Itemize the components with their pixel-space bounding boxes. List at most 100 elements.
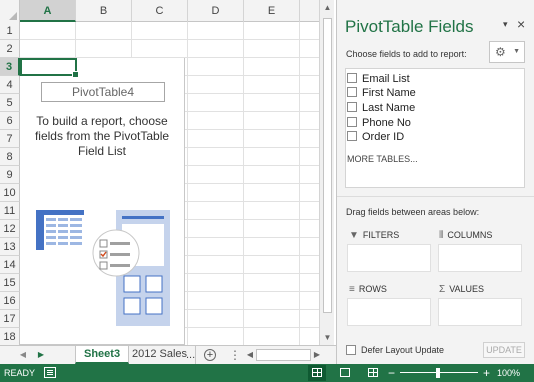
- more-tables-link[interactable]: MORE TABLES...: [347, 154, 418, 164]
- filters-area-header: ▼ FILTERS: [349, 230, 399, 241]
- sheet-tabs-bar: ◀ ▶ Sheet3 2012 Sales ... + ⋮ ◀ ▶: [0, 345, 336, 364]
- update-button[interactable]: UPDATE: [483, 342, 525, 358]
- status-ready-text: READY: [4, 368, 36, 378]
- filters-label: FILTERS: [362, 230, 400, 240]
- field-item-last-name[interactable]: Last Name: [347, 101, 415, 115]
- values-label: VALUES: [449, 284, 485, 294]
- field-item-email-list[interactable]: Email List: [347, 72, 410, 86]
- filter-icon: ▼: [349, 230, 359, 241]
- macro-recording-icon[interactable]: [44, 367, 56, 378]
- field-item-phone-no[interactable]: Phone No: [347, 116, 411, 130]
- select-all-corner[interactable]: [0, 0, 20, 22]
- pivot-instructions: To build a report, choose fields from th…: [34, 114, 170, 158]
- filters-drop-area[interactable]: [347, 244, 431, 272]
- row-header-13[interactable]: 13: [0, 238, 20, 256]
- row-header-5[interactable]: 5: [0, 94, 20, 112]
- column-header-b[interactable]: B: [76, 0, 132, 22]
- sigma-icon: Σ: [439, 284, 446, 295]
- rows-icon: ≡: [349, 284, 355, 295]
- tab-overflow-ellipsis[interactable]: ...: [186, 346, 195, 364]
- hscroll-right-arrow-icon[interactable]: ▶: [311, 348, 323, 362]
- field-label: Order ID: [362, 131, 405, 143]
- rows-area-header: ≡ ROWS: [349, 284, 387, 295]
- pane-menu-chevron-icon[interactable]: ▾: [503, 19, 508, 30]
- horizontal-scrollbar[interactable]: [256, 349, 311, 361]
- row-header-11[interactable]: 11: [0, 202, 20, 220]
- row-header-18[interactable]: 18: [0, 328, 20, 346]
- row-header-16[interactable]: 16: [0, 292, 20, 310]
- page-break-preview-button[interactable]: [364, 365, 382, 381]
- zoom-out-button[interactable]: −: [388, 365, 395, 381]
- columns-area-header: ⦀ COLUMNS: [439, 230, 492, 241]
- chevron-down-icon: ▼: [513, 48, 520, 55]
- drag-fields-label: Drag fields between areas below:: [346, 207, 480, 217]
- field-label: First Name: [362, 87, 416, 99]
- pivottable-fields-pane: PivotTable Fields ▾ × Choose fields to a…: [336, 0, 534, 364]
- field-label: Email List: [362, 73, 410, 85]
- row-header-15[interactable]: 15: [0, 274, 20, 292]
- row-header-4[interactable]: 4: [0, 76, 20, 94]
- row-header-3[interactable]: 3: [0, 58, 20, 76]
- tab-scroll-right-icon[interactable]: ▶: [32, 346, 50, 364]
- values-area-header: Σ VALUES: [439, 284, 484, 295]
- pane-divider: [337, 196, 534, 197]
- field-checkbox[interactable]: [347, 73, 357, 84]
- defer-layout-update[interactable]: Defer Layout Update: [346, 344, 444, 355]
- field-list-tools-button[interactable]: ⚙ ▼: [489, 41, 525, 63]
- vertical-scrollbar[interactable]: ▲ ▼: [319, 0, 334, 345]
- tabs-split-handle-icon[interactable]: ⋮: [226, 346, 244, 364]
- close-icon[interactable]: ×: [517, 16, 525, 32]
- field-label: Last Name: [362, 102, 416, 114]
- zoom-in-button[interactable]: +: [483, 365, 490, 381]
- row-header-2[interactable]: 2: [0, 40, 20, 58]
- hscroll-left-arrow-icon[interactable]: ◀: [244, 348, 256, 362]
- row-header-8[interactable]: 8: [0, 148, 20, 166]
- pivot-table-name: PivotTable4: [41, 82, 165, 102]
- add-sheet-icon[interactable]: +: [204, 349, 216, 361]
- row-header-6[interactable]: 6: [0, 112, 20, 130]
- zoom-level[interactable]: 100%: [497, 368, 520, 378]
- worksheet: A B C D E 12345678910111213141516171819 …: [0, 0, 336, 364]
- page-layout-icon: [340, 368, 350, 377]
- field-list: Email List First Name Last Name Phone No…: [345, 68, 525, 188]
- columns-drop-area[interactable]: [438, 244, 522, 272]
- field-checkbox[interactable]: [347, 117, 357, 128]
- row-header-1[interactable]: 1: [0, 22, 20, 40]
- normal-view-icon: [312, 368, 322, 377]
- normal-view-button[interactable]: [308, 365, 326, 381]
- choose-fields-label: Choose fields to add to report:: [346, 49, 467, 59]
- field-checkbox[interactable]: [347, 131, 357, 142]
- page-break-icon: [368, 368, 378, 377]
- column-header-c[interactable]: C: [132, 0, 188, 22]
- row-header-17[interactable]: 17: [0, 310, 20, 328]
- page-layout-view-button[interactable]: [336, 365, 354, 381]
- tab-scroll-left-icon[interactable]: ◀: [14, 346, 32, 364]
- row-header-9[interactable]: 9: [0, 166, 20, 184]
- pivot-illustration-icon: [36, 210, 170, 326]
- vertical-scroll-thumb[interactable]: [323, 18, 332, 313]
- rows-label: ROWS: [358, 284, 387, 294]
- active-cell-a3[interactable]: [20, 58, 79, 78]
- field-item-first-name[interactable]: First Name: [347, 86, 416, 100]
- column-header-d[interactable]: D: [188, 0, 244, 22]
- values-drop-area[interactable]: [438, 298, 522, 326]
- scroll-down-arrow-icon[interactable]: ▼: [320, 330, 335, 345]
- field-item-order-id[interactable]: Order ID: [347, 130, 404, 144]
- field-checkbox[interactable]: [347, 87, 357, 98]
- rows-drop-area[interactable]: [347, 298, 431, 326]
- defer-checkbox[interactable]: [346, 344, 356, 355]
- column-header-a[interactable]: A: [20, 0, 76, 22]
- field-checkbox[interactable]: [347, 102, 357, 113]
- tab-sheet3[interactable]: Sheet3: [75, 346, 130, 364]
- row-header-14[interactable]: 14: [0, 256, 20, 274]
- row-header-12[interactable]: 12: [0, 220, 20, 238]
- pivot-placeholder[interactable]: PivotTable4 To build a report, choose fi…: [20, 58, 185, 345]
- row-header-10[interactable]: 10: [0, 184, 20, 202]
- scroll-up-arrow-icon[interactable]: ▲: [320, 0, 335, 15]
- zoom-slider-thumb[interactable]: [436, 368, 440, 378]
- column-headers: A B C D E: [0, 0, 319, 22]
- gear-icon: ⚙: [495, 45, 506, 59]
- columns-icon: ⦀: [439, 230, 444, 241]
- row-header-7[interactable]: 7: [0, 130, 20, 148]
- column-header-e[interactable]: E: [244, 0, 300, 22]
